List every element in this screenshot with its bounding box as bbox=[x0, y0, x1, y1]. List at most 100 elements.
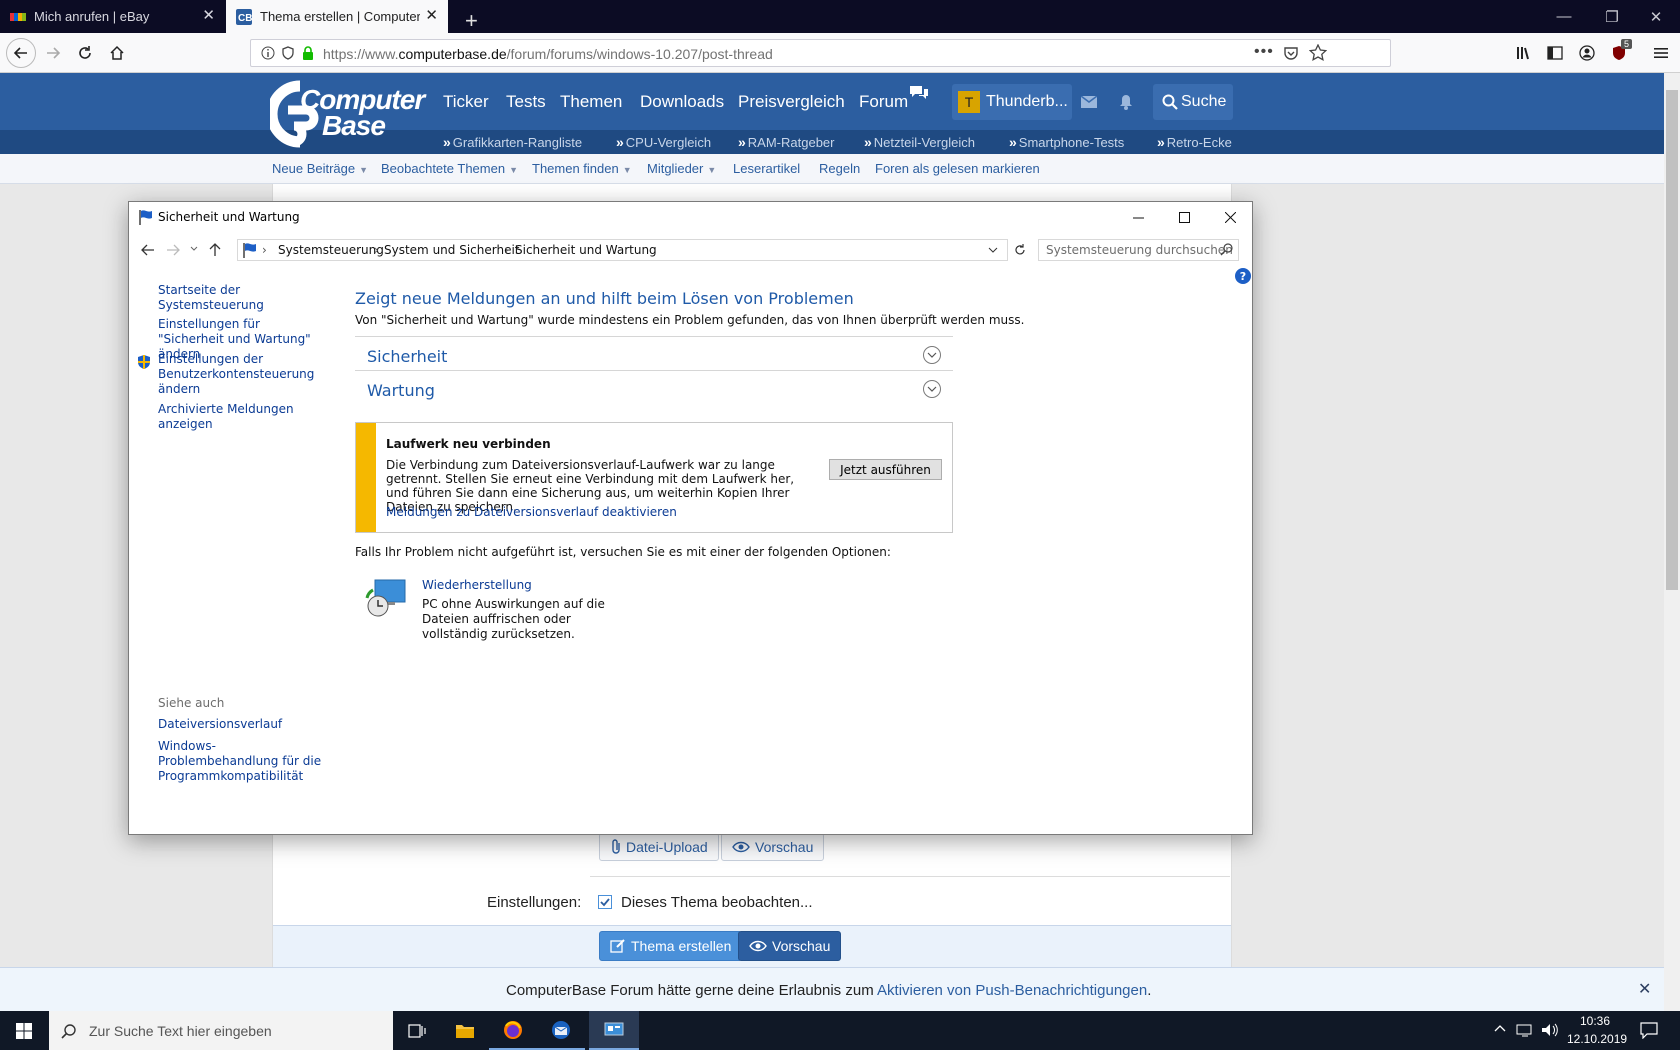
home-button[interactable] bbox=[104, 41, 130, 65]
forum-bar-members[interactable]: Mitglieder ▼ bbox=[647, 161, 716, 176]
clock-time[interactable]: 10:36 bbox=[1580, 1014, 1610, 1028]
refresh-icon[interactable] bbox=[1013, 243, 1027, 257]
dialog-maximize-button[interactable] bbox=[1161, 202, 1207, 232]
scrollbar-thumb[interactable] bbox=[1666, 90, 1678, 590]
dialog-close-button[interactable] bbox=[1207, 202, 1253, 232]
search-button[interactable]: Suche bbox=[1153, 84, 1233, 120]
breadcrumb-systemsteuerung[interactable]: Systemsteuerung bbox=[278, 243, 384, 257]
watch-checkbox[interactable] bbox=[598, 895, 612, 909]
address-bar[interactable]: › Systemsteuerung › System und Sicherhei… bbox=[237, 239, 1008, 261]
run-now-button[interactable]: Jetzt ausführen bbox=[829, 459, 942, 480]
task-view-icon[interactable] bbox=[393, 1011, 441, 1050]
help-icon[interactable]: ? bbox=[1235, 268, 1251, 284]
expand-chevron-icon[interactable] bbox=[923, 346, 941, 364]
tray-expand-icon[interactable] bbox=[1494, 1024, 1506, 1032]
back-arrow-icon[interactable] bbox=[141, 243, 155, 257]
tab-title: Mich anrufen | eBay bbox=[34, 9, 150, 24]
section-wartung[interactable]: Wartung bbox=[355, 370, 953, 406]
forward-arrow-icon[interactable] bbox=[166, 243, 180, 257]
close-tab-icon[interactable]: ✕ bbox=[202, 8, 215, 24]
subnav-netzteil[interactable]: » Netzteil-Vergleich bbox=[864, 134, 975, 150]
forward-button[interactable] bbox=[40, 41, 66, 65]
close-window-button[interactable]: ✕ bbox=[1632, 0, 1680, 33]
link-control-panel-home[interactable]: Startseite der Systemsteuerung bbox=[158, 283, 328, 313]
breadcrumb-system-sicherheit[interactable]: System und Sicherheit bbox=[384, 243, 520, 257]
subnav-ram[interactable]: » RAM-Ratgeber bbox=[738, 134, 835, 150]
nav-forum[interactable]: Forum bbox=[859, 92, 908, 112]
account-icon[interactable] bbox=[1574, 41, 1600, 65]
up-arrow-icon[interactable] bbox=[208, 243, 222, 257]
menu-icon[interactable] bbox=[1648, 41, 1674, 65]
computerbase-icon: CB bbox=[236, 8, 252, 25]
subnav-retro[interactable]: » Retro-Ecke bbox=[1157, 134, 1232, 150]
section-sicherheit[interactable]: Sicherheit bbox=[355, 336, 953, 372]
mail-icon[interactable] bbox=[1081, 96, 1097, 108]
minimize-button[interactable]: — bbox=[1540, 0, 1588, 33]
back-button[interactable] bbox=[6, 38, 36, 68]
nav-ticker[interactable]: Ticker bbox=[443, 92, 489, 112]
link-file-history[interactable]: Dateiversionsverlauf bbox=[158, 717, 282, 732]
start-button[interactable] bbox=[0, 1011, 48, 1050]
network-icon[interactable] bbox=[1516, 1022, 1534, 1038]
action-center-icon[interactable] bbox=[1640, 1021, 1658, 1039]
library-icon[interactable] bbox=[1512, 41, 1538, 65]
pocket-icon[interactable] bbox=[1283, 45, 1299, 61]
forum-bar-watched[interactable]: Beobachtete Themen ▼ bbox=[381, 161, 518, 176]
volume-icon[interactable] bbox=[1541, 1022, 1559, 1038]
expand-chevron-icon[interactable] bbox=[923, 380, 941, 398]
lock-icon[interactable] bbox=[301, 45, 315, 61]
file-explorer-icon[interactable] bbox=[441, 1011, 489, 1050]
url-bar[interactable]: https://www.computerbase.de/forum/forums… bbox=[250, 39, 1391, 67]
recent-dropdown-icon[interactable] bbox=[190, 246, 198, 252]
dialog-minimize-button[interactable] bbox=[1115, 202, 1161, 232]
nav-tests[interactable]: Tests bbox=[506, 92, 546, 112]
create-thread-button[interactable]: Thema erstellen bbox=[599, 931, 743, 961]
page-actions-icon[interactable]: ••• bbox=[1254, 43, 1274, 61]
thunderbird-icon[interactable] bbox=[537, 1011, 585, 1050]
preview-submit-button[interactable]: Vorschau bbox=[738, 931, 842, 961]
breadcrumb-separator: › bbox=[262, 243, 267, 257]
user-menu[interactable]: T Thunderb... bbox=[952, 84, 1072, 120]
restore-button[interactable]: ❐ bbox=[1588, 0, 1636, 33]
reload-button[interactable] bbox=[72, 41, 98, 65]
subnav-smartphone[interactable]: » Smartphone-Tests bbox=[1009, 134, 1124, 150]
nav-downloads[interactable]: Downloads bbox=[640, 92, 724, 112]
nav-themen[interactable]: Themen bbox=[560, 92, 622, 112]
ublock-icon[interactable]: 5 bbox=[1606, 39, 1633, 65]
link-disable-file-history-messages[interactable]: Meldungen zu Dateiversionsverlauf deakti… bbox=[386, 505, 677, 520]
firefox-icon[interactable] bbox=[489, 1011, 537, 1050]
subnav-cpu[interactable]: » CPU-Vergleich bbox=[616, 134, 711, 150]
breadcrumb-sicherheit-wartung[interactable]: Sicherheit und Wartung bbox=[515, 243, 657, 257]
nav-preisvergleich[interactable]: Preisvergleich bbox=[738, 92, 845, 112]
push-notification-link[interactable]: Aktivieren von Push-Benachrichtigungen bbox=[877, 982, 1147, 999]
link-compat-troubleshooter[interactable]: Windows-Problembehandlung für die Progra… bbox=[158, 739, 323, 784]
tab-ebay[interactable]: Mich anrufen | eBay ✕ bbox=[0, 0, 225, 33]
clock-date[interactable]: 12.10.2019 bbox=[1567, 1032, 1627, 1046]
sidebar-icon[interactable] bbox=[1542, 41, 1568, 65]
see-also-label: Siehe auch bbox=[158, 696, 225, 710]
bookmark-star-icon[interactable] bbox=[1309, 44, 1327, 62]
file-upload-button[interactable]: Datei-Upload bbox=[599, 833, 719, 861]
chevron-down-icon[interactable] bbox=[988, 247, 998, 253]
link-uac-settings[interactable]: Einstellungen der Benutzerkontensteuerun… bbox=[158, 352, 314, 397]
tracking-shield-icon[interactable] bbox=[281, 46, 295, 60]
forum-bar-mark-read[interactable]: Foren als gelesen markieren bbox=[875, 161, 1040, 176]
site-logo[interactable]: Computer Base bbox=[270, 80, 425, 148]
forum-bar-new-posts[interactable]: Neue Beiträge ▼ bbox=[272, 161, 368, 176]
forum-bar-regeln[interactable]: Regeln bbox=[819, 161, 860, 176]
control-panel-search[interactable]: Systemsteuerung durchsuchen bbox=[1038, 239, 1239, 261]
forum-bar-find[interactable]: Themen finden ▼ bbox=[532, 161, 632, 176]
info-icon[interactable] bbox=[261, 46, 275, 60]
taskbar-search[interactable]: Zur Suche Text hier eingeben bbox=[49, 1011, 393, 1050]
forum-bar-leserartikel[interactable]: Leserartikel bbox=[733, 161, 800, 176]
preview-button[interactable]: Vorschau bbox=[721, 833, 825, 861]
link-recovery[interactable]: Wiederherstellung bbox=[422, 578, 532, 593]
link-archived-messages[interactable]: Archivierte Meldungen anzeigen bbox=[158, 402, 298, 432]
bell-icon[interactable] bbox=[1119, 94, 1133, 110]
close-notification-icon[interactable]: ✕ bbox=[1638, 979, 1651, 999]
tab-computerbase[interactable]: CB Thema erstellen | ComputerBa ✕ bbox=[226, 0, 448, 33]
subnav-grafikkarten[interactable]: » Grafikkarten-Rangliste bbox=[443, 134, 582, 150]
close-tab-icon[interactable]: ✕ bbox=[425, 8, 438, 24]
browser-nav-bar: https://www.computerbase.de/forum/forums… bbox=[0, 33, 1680, 73]
control-panel-taskbar-icon[interactable] bbox=[589, 1011, 639, 1050]
